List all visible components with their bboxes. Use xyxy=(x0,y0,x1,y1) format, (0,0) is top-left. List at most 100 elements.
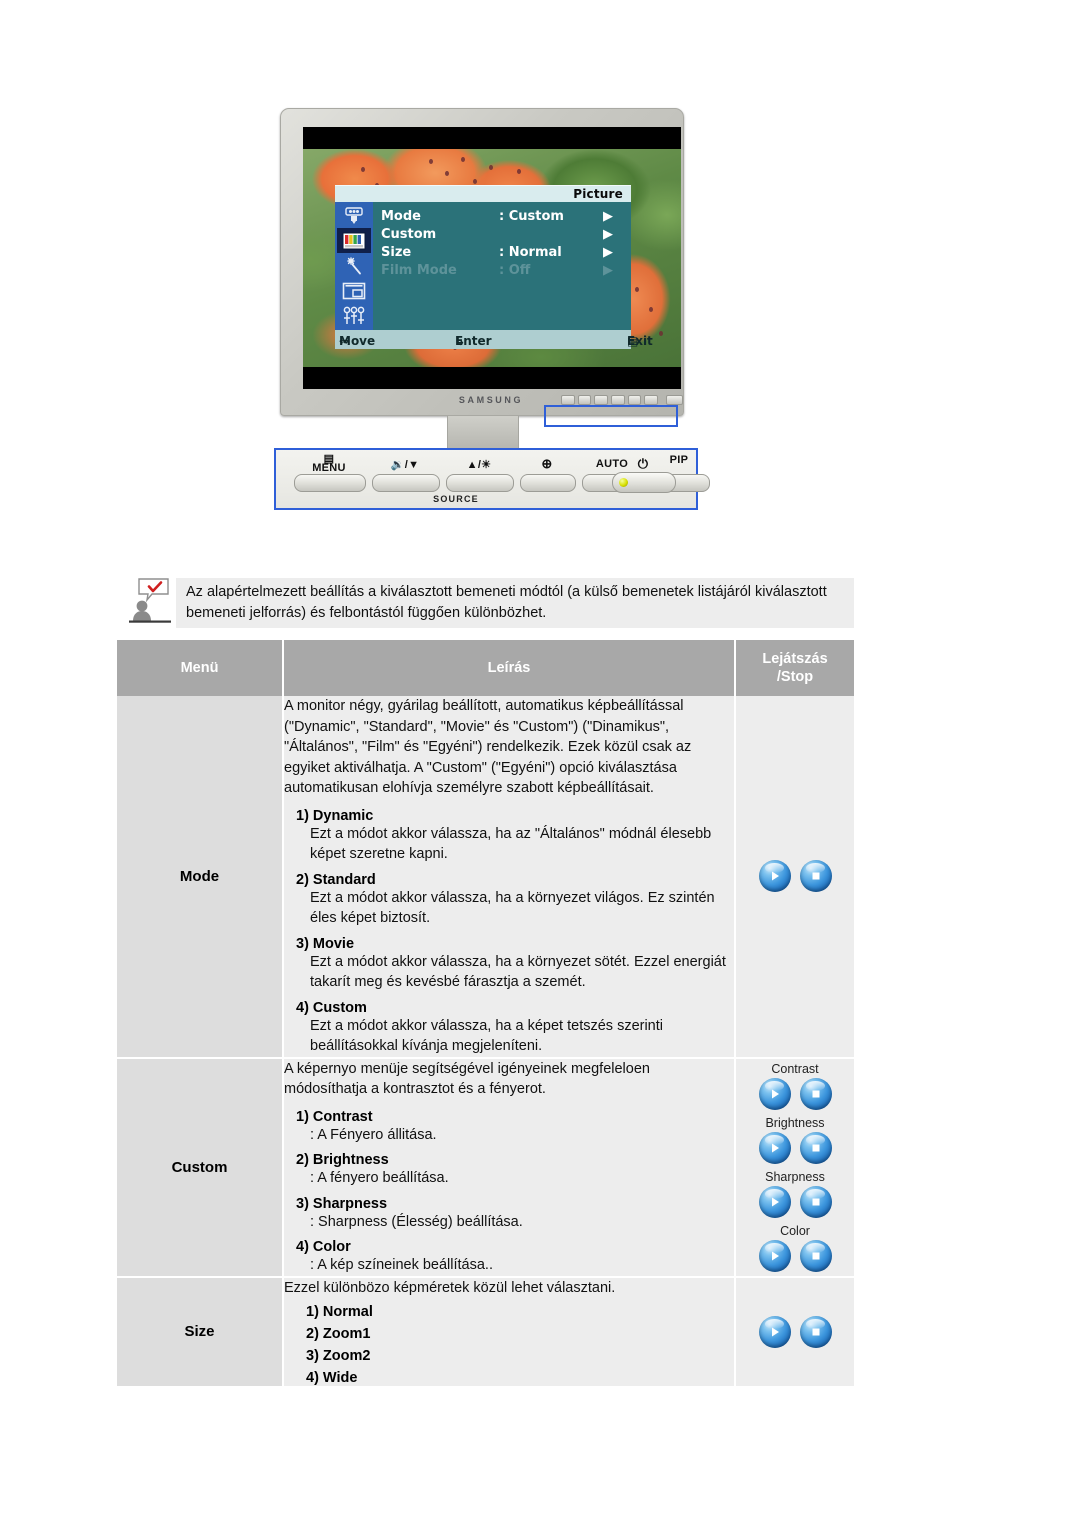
stop-button[interactable] xyxy=(799,860,832,893)
play-button[interactable] xyxy=(758,1132,791,1164)
row-custom-item-3-body: : Sharpness (Élesség) beállítása. xyxy=(310,1213,523,1230)
stop-button[interactable] xyxy=(799,1078,832,1110)
stop-button[interactable] xyxy=(799,1240,832,1272)
front-button-2[interactable] xyxy=(577,394,592,405)
play-stop-pair xyxy=(736,860,854,893)
play-stop-label-sharpness: Sharpness xyxy=(765,1170,825,1184)
play-stop-pair xyxy=(736,1078,854,1110)
row-mode-item-1-body: Ezt a módot akkor válassza, ha az "Által… xyxy=(310,825,712,863)
osd-row-film-mode[interactable]: Film Mode : Off ▶ xyxy=(381,262,627,280)
header-description: Leírás xyxy=(283,640,736,696)
table-header-row: Menü Leírás Lejátszás /Stop xyxy=(117,640,854,696)
play-icon xyxy=(759,1240,791,1272)
stop-button[interactable] xyxy=(799,1186,832,1218)
play-button[interactable] xyxy=(758,1240,791,1272)
monitor-control-panel-closeup: ▤ MENU 🔉/▼ ▲/☀ ⊕ AUTO PIP SOURCE ⏻ xyxy=(274,448,710,510)
row-size-option-4: 4) Wide xyxy=(306,1370,358,1386)
stop-icon xyxy=(800,1078,832,1110)
row-mode-item-2-title: 2) Standard xyxy=(296,871,376,888)
play-button[interactable] xyxy=(758,1186,791,1218)
power-button[interactable] xyxy=(612,472,676,493)
front-button-3[interactable] xyxy=(594,394,609,405)
row-custom-description: A képernyo menüje segítségével igényeine… xyxy=(283,1057,736,1278)
osd-row-list: Mode : Custom ▶ Custom ▶ Size : Normal ▶… xyxy=(381,208,627,280)
stop-icon xyxy=(800,860,832,892)
play-button[interactable] xyxy=(758,1078,791,1110)
play-icon xyxy=(759,1078,791,1110)
osd-menu: Picture Mode: Custom ▶ Custom ▶ Size: … xyxy=(335,185,653,349)
row-size-option-1: 1) Normal xyxy=(306,1304,373,1320)
power-led-indicator xyxy=(619,478,628,487)
front-buttons-highlight-box xyxy=(544,405,678,427)
row-custom-item-4-body: : A kép színeinek beállítása.. xyxy=(310,1257,493,1273)
osd-row-film-mode-value: : Off xyxy=(499,263,531,278)
header-play-stop-line2: /Stop xyxy=(776,669,814,685)
row-mode-item-1-title: 1) Dynamic xyxy=(296,807,374,824)
row-mode-menu-label: Mode xyxy=(117,696,284,1059)
magic-wand-icon[interactable] xyxy=(337,253,371,278)
chevron-right-icon: ▶ xyxy=(603,245,613,260)
row-custom-item-1-body: : A Fényero állitása. xyxy=(310,1126,437,1143)
row-mode-item-4-body: Ezt a módot akkor válassza, ha a képet t… xyxy=(310,1017,663,1055)
play-stop-group xyxy=(736,860,854,893)
power-icon: ⏻ xyxy=(637,456,649,471)
stop-button[interactable] xyxy=(799,1132,832,1164)
monitor-stand-neck xyxy=(447,416,519,450)
setup-sliders-icon[interactable] xyxy=(337,303,371,328)
row-custom-item-2-title: 2) Brightness xyxy=(296,1152,389,1168)
row-custom-item-3-title: 3) Sharpness xyxy=(296,1195,388,1212)
play-stop-group-sharpness: Sharpness xyxy=(736,1170,854,1218)
stop-icon xyxy=(800,1132,832,1164)
row-custom-item-4-title: 4) Color xyxy=(296,1239,351,1255)
chevron-right-icon: ▶ xyxy=(603,209,613,224)
front-button-1[interactable] xyxy=(561,394,575,405)
play-button[interactable] xyxy=(758,1315,791,1348)
table-row-size: Size Ezzel különbözo képméretek közül le… xyxy=(117,1276,854,1388)
play-icon xyxy=(759,1132,791,1164)
chevron-right-icon: ▶ xyxy=(603,263,613,278)
osd-row-mode[interactable]: Mode : Custom ▶ xyxy=(381,208,627,226)
row-mode-play-stop xyxy=(735,696,854,1059)
monitor-screen: Picture Mode: Custom ▶ Custom ▶ Size: … xyxy=(303,127,681,389)
screen-letterbox-bottom xyxy=(303,367,681,389)
osd-row-custom[interactable]: Custom ▶ xyxy=(381,226,627,244)
note-text: Az alapértelmezett beállítás a kiválaszt… xyxy=(186,584,827,621)
source-button[interactable] xyxy=(520,474,576,492)
menu-button[interactable] xyxy=(294,474,366,492)
osd-body: Mode : Custom ▶ Custom ▶ Size : Normal ▶… xyxy=(335,202,631,330)
monitor-bezel: Picture Mode: Custom ▶ Custom ▶ Size: … xyxy=(280,108,684,416)
row-custom-menu-label: Custom xyxy=(117,1057,284,1278)
play-stop-pair xyxy=(736,1315,854,1348)
stop-icon xyxy=(800,1240,832,1272)
osd-footer: ⇔ Move ↳ Enter ▤ Exit xyxy=(335,330,653,349)
stop-button[interactable] xyxy=(799,1315,832,1348)
row-size-option-2: 2) Zoom1 xyxy=(306,1326,371,1342)
osd-row-film-mode-label: Film Mode xyxy=(381,263,457,278)
play-button[interactable] xyxy=(758,860,791,893)
note-person-checkmark-icon xyxy=(128,577,172,627)
monitor-illustration: Picture Mode: Custom ▶ Custom ▶ Size: … xyxy=(272,108,710,510)
row-mode-item-4-title: 4) Custom xyxy=(296,999,367,1016)
front-button-4[interactable] xyxy=(611,394,625,405)
play-icon xyxy=(759,1186,791,1218)
volume-down-button[interactable] xyxy=(372,474,440,492)
source-group-label: SOURCE xyxy=(433,494,479,504)
row-custom-intro: A képernyo menüje segítségével igényeine… xyxy=(284,1060,650,1098)
brightness-up-button[interactable] xyxy=(446,474,514,492)
front-button-6[interactable] xyxy=(644,394,659,405)
header-play-stop-line1: Lejátszás xyxy=(762,651,828,667)
row-mode-item-2-body: Ezt a módot akkor válassza, ha a környez… xyxy=(310,889,715,927)
play-stop-group xyxy=(736,1315,854,1348)
front-button-5[interactable] xyxy=(627,394,642,405)
row-size-intro: Ezzel különbözo képméretek közül lehet v… xyxy=(284,1279,616,1296)
row-custom-item-2-body: : A fényero beállítása. xyxy=(310,1170,449,1186)
pip-window-icon[interactable] xyxy=(337,278,371,303)
osd-footer-move-label: Move xyxy=(339,334,376,348)
input-source-icon[interactable] xyxy=(337,203,371,228)
row-size-description: Ezzel különbözo képméretek közül lehet v… xyxy=(283,1276,736,1388)
header-menu: Menü xyxy=(117,640,284,696)
front-power-button[interactable] xyxy=(666,394,684,405)
osd-row-size-value: : Normal xyxy=(499,245,562,260)
picture-color-bars-icon[interactable] xyxy=(337,228,371,253)
osd-row-size[interactable]: Size : Normal ▶ xyxy=(381,244,627,262)
